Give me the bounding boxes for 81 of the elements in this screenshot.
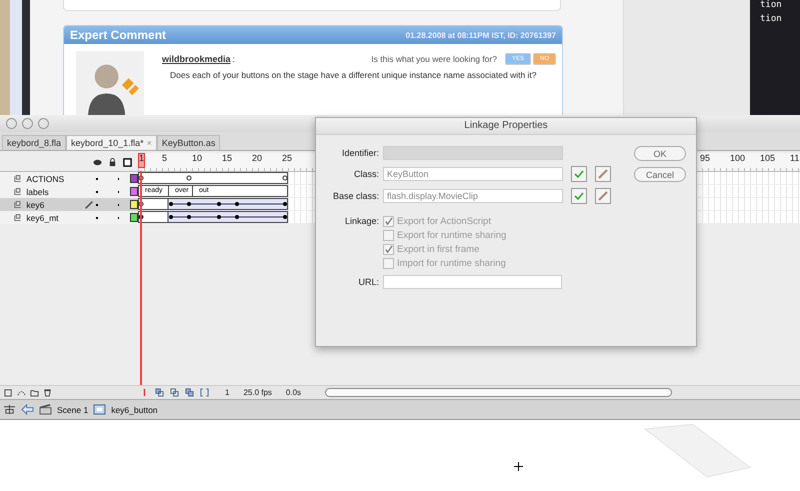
- folder-icon[interactable]: [30, 388, 39, 397]
- layer-name: key6: [26, 200, 46, 210]
- frame-number: 10: [192, 153, 204, 165]
- frame-number: 1: [138, 153, 162, 171]
- layer-name: ACTIONS: [26, 174, 66, 184]
- new-layer-icon[interactable]: [4, 388, 13, 397]
- text-field[interactable]: KeyButton: [383, 167, 563, 181]
- checkbox[interactable]: [383, 258, 394, 269]
- frame-number: 11: [790, 153, 800, 165]
- document-tab[interactable]: KeyButton.as: [156, 135, 220, 150]
- layer-icon: [14, 200, 22, 209]
- document-tab[interactable]: keybord_10_1.fla* ×: [66, 135, 157, 150]
- frame-number: 95: [700, 153, 712, 165]
- dialog-title: Linkage Properties: [316, 118, 696, 135]
- horizontal-scrollbar[interactable]: [325, 388, 672, 397]
- comment-text: Does each of your buttons on the stage have a different unique instance name associated with it?: [169, 70, 538, 80]
- terminal-text: tion: [760, 14, 783, 26]
- layer-name: labels: [26, 186, 50, 196]
- option-label: Export for ActionScript: [397, 216, 491, 227]
- layer-row[interactable]: key6_mt: [0, 211, 138, 224]
- option-label: Export in first frame: [397, 244, 480, 255]
- onion-outline-icon[interactable]: [170, 388, 179, 397]
- motion-guide-icon[interactable]: [17, 388, 26, 397]
- onion-skin-icon[interactable]: [155, 388, 164, 397]
- clapperboard-icon: [39, 404, 52, 415]
- dialog-button[interactable]: Cancel: [634, 167, 686, 182]
- frame-number: 20: [252, 153, 264, 165]
- document-tab[interactable]: keybord_8.fla: [2, 135, 66, 150]
- terminal-text: tion: [760, 0, 783, 12]
- frame-number: 15: [222, 153, 234, 165]
- layer-icon: [14, 187, 22, 196]
- text-field[interactable]: flash.display.MovieClip: [383, 189, 563, 203]
- dialog-button[interactable]: OK: [634, 146, 686, 161]
- helpful-question: Is this what you were looking for?: [371, 54, 497, 64]
- layer-color-swatch[interactable]: [130, 213, 138, 222]
- symbol-icon: [93, 404, 106, 415]
- comment-meta: 01.28.2008 at 08:11PM IST, ID: 20761397: [406, 30, 556, 40]
- layer-icon: [14, 213, 22, 222]
- author-link[interactable]: wildbrookmedia: [162, 54, 231, 64]
- current-frame: 1: [225, 388, 230, 397]
- checkbox[interactable]: [383, 216, 394, 227]
- back-arrow-icon[interactable]: [21, 404, 34, 415]
- frame-rate: 25.0 fps: [243, 388, 272, 397]
- url-field[interactable]: [383, 275, 562, 289]
- field-label: Base class:: [332, 191, 379, 201]
- pencil-icon[interactable]: [595, 166, 611, 182]
- check-syntax-icon[interactable]: [571, 188, 587, 204]
- edit-multiple-frames-icon[interactable]: [185, 388, 194, 397]
- field-label: Linkage:: [344, 216, 379, 226]
- layer-row[interactable]: labels: [0, 185, 138, 198]
- layer-color-swatch[interactable]: [130, 200, 138, 209]
- layer-color-swatch[interactable]: [130, 187, 138, 196]
- eye-icon[interactable]: [93, 158, 102, 166]
- layer-name: key6_mt: [26, 212, 60, 222]
- frame-number: 5: [162, 153, 168, 165]
- layer-color-swatch[interactable]: [130, 174, 138, 183]
- layer-row[interactable]: ACTIONS: [0, 172, 138, 185]
- field-label: URL:: [357, 277, 379, 287]
- frame-number: 100: [730, 153, 746, 165]
- checkmark-icon: [384, 245, 393, 254]
- trash-icon[interactable]: [43, 388, 52, 397]
- outline-icon[interactable]: [123, 158, 132, 166]
- checkbox[interactable]: [383, 230, 394, 241]
- breadcrumb-link[interactable]: key6_button: [111, 404, 158, 414]
- comment-title: Expert Comment: [70, 28, 166, 42]
- pencil-icon[interactable]: [595, 188, 611, 204]
- field-label: Class:: [352, 169, 379, 179]
- timeline-toggle-icon[interactable]: [3, 404, 16, 415]
- lock-icon[interactable]: [108, 158, 117, 166]
- breadcrumb-link[interactable]: Scene 1: [57, 404, 88, 414]
- layer-row[interactable]: key6: [0, 198, 138, 211]
- frame-number: 25: [282, 153, 294, 165]
- frame-number: 105: [760, 153, 776, 165]
- author-colon: :: [232, 54, 235, 64]
- checkbox[interactable]: [383, 244, 394, 255]
- elapsed-time: 0.0s: [286, 388, 302, 397]
- onion-markers-icon[interactable]: [200, 388, 209, 397]
- layer-icon: [14, 174, 22, 183]
- field-label: Identifier:: [340, 148, 379, 158]
- check-syntax-icon[interactable]: [571, 166, 587, 182]
- checkmark-icon: [384, 217, 393, 226]
